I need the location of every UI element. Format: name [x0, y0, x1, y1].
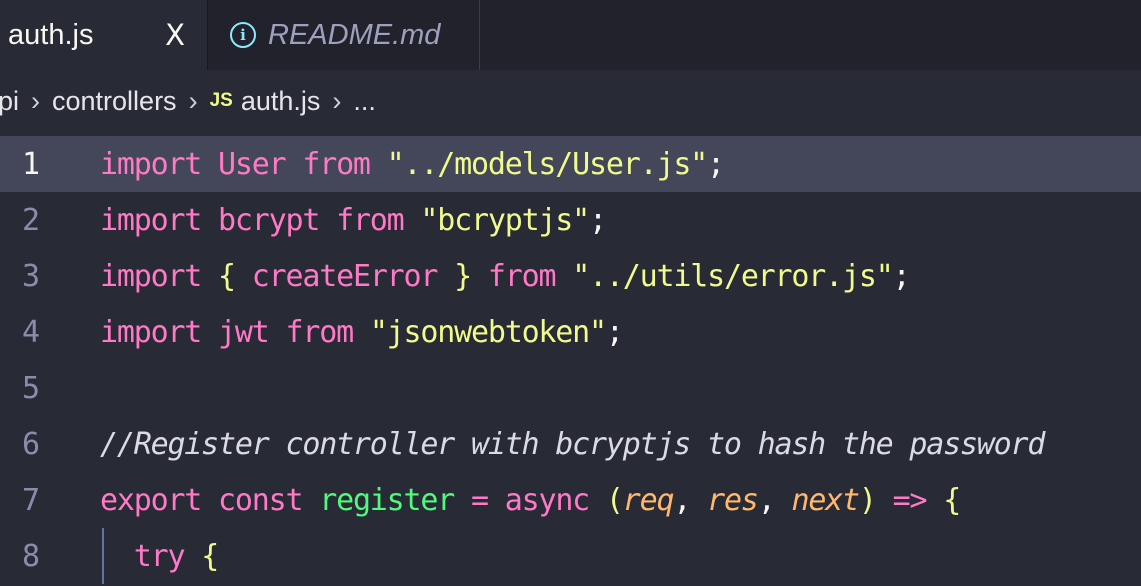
- close-icon[interactable]: X: [165, 18, 185, 52]
- line-number: 3: [21, 258, 41, 294]
- tab-auth-js[interactable]: auth.js X: [0, 0, 208, 70]
- editor-window: auth.js X i README.md pi › controllers ›…: [0, 0, 1141, 586]
- tab-readme-md[interactable]: i README.md: [208, 0, 480, 70]
- code-line[interactable]: 5: [0, 360, 1141, 416]
- tab-label: auth.js: [8, 18, 94, 51]
- code-text: import { createError } from "../utils/er…: [100, 258, 911, 294]
- code-text: import User from "../models/User.js";: [100, 146, 725, 182]
- tab-bar-empty: [480, 0, 1141, 70]
- line-number: 5: [21, 370, 41, 406]
- tab-label: README.md: [268, 18, 441, 51]
- code-editor[interactable]: 1 import User from "../models/User.js"; …: [0, 136, 1141, 586]
- js-file-icon: JS: [209, 90, 233, 111]
- line-number: 8: [21, 538, 41, 574]
- breadcrumb: pi › controllers › JS auth.js › ...: [0, 70, 1141, 132]
- code-text: import bcrypt from "bcryptjs";: [100, 202, 607, 238]
- chevron-right-icon: ›: [332, 85, 342, 116]
- code-line[interactable]: 8 try {: [0, 528, 1141, 584]
- breadcrumb-item-symbols[interactable]: ...: [353, 86, 376, 117]
- line-number: 7: [21, 482, 41, 518]
- code-line[interactable]: 3 import { createError } from "../utils/…: [0, 248, 1141, 304]
- line-number: 6: [21, 426, 41, 462]
- code-line[interactable]: 6 //Register controller with bcryptjs to…: [0, 416, 1141, 472]
- breadcrumb-item-auth-js[interactable]: auth.js: [241, 86, 321, 117]
- code-line[interactable]: 1 import User from "../models/User.js";: [0, 136, 1141, 192]
- chevron-right-icon: ›: [31, 85, 41, 116]
- line-number: 2: [21, 202, 41, 238]
- chevron-right-icon: ›: [188, 85, 198, 116]
- code-line[interactable]: 4 import jwt from "jsonwebtoken";: [0, 304, 1141, 360]
- breadcrumb-item-api[interactable]: pi: [0, 86, 19, 117]
- info-icon: i: [230, 22, 256, 48]
- code-comment: //Register controller with bcryptjs to h…: [100, 426, 1045, 462]
- code-line[interactable]: 7 export const register = async (req, re…: [0, 472, 1141, 528]
- code-text: export const register = async (req, res,…: [100, 482, 961, 518]
- code-line[interactable]: 2 import bcrypt from "bcryptjs";: [0, 192, 1141, 248]
- code-text: try {: [133, 538, 220, 574]
- breadcrumb-item-controllers[interactable]: controllers: [52, 86, 177, 117]
- line-number: 4: [21, 314, 41, 350]
- code-text: import jwt from "jsonwebtoken";: [100, 314, 624, 350]
- line-number: 1: [21, 146, 41, 182]
- tab-bar: auth.js X i README.md: [0, 0, 1141, 70]
